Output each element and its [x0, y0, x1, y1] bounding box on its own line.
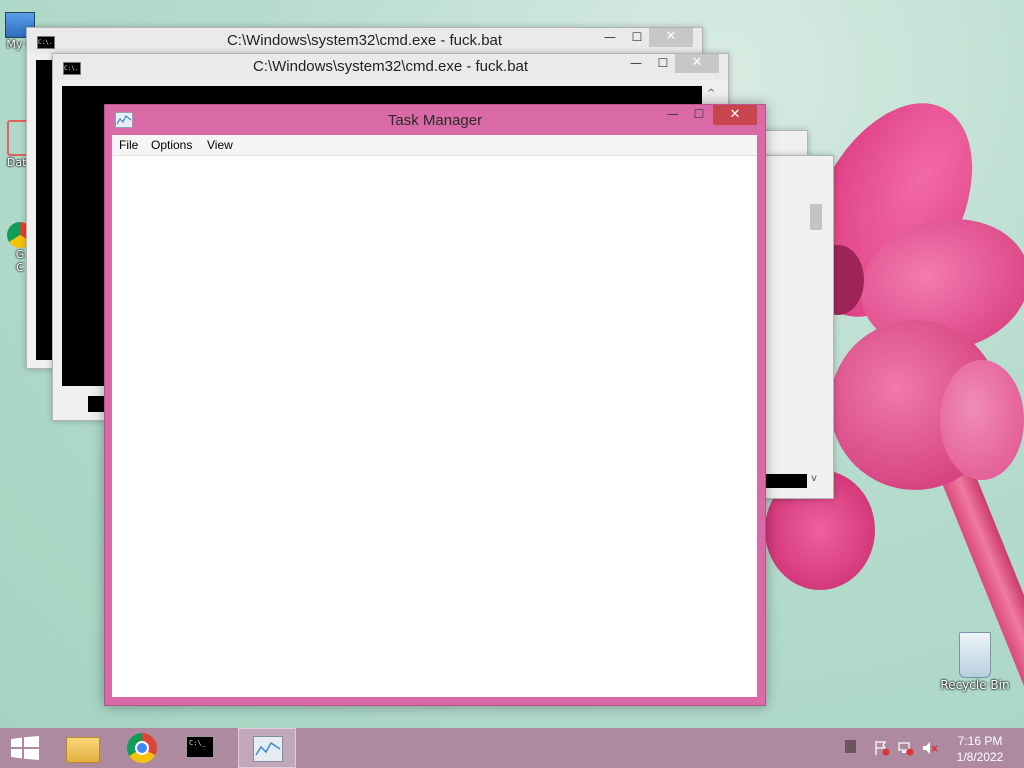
- minimize-button[interactable]: —: [660, 105, 686, 125]
- action-center-icon[interactable]: [845, 740, 856, 753]
- close-button[interactable]: ✕: [713, 105, 757, 125]
- taskbar-file-explorer[interactable]: [56, 728, 112, 768]
- desktop: My C Data G C Recycle Bin v v C:\. C:\Wi…: [0, 0, 1024, 728]
- title-bar[interactable]: C:\. C:\Windows\system32\cmd.exe - fuck.…: [27, 28, 702, 54]
- minimize-button[interactable]: —: [623, 54, 649, 74]
- windows-logo-icon: [11, 736, 39, 760]
- taskbar-chrome[interactable]: [114, 728, 170, 768]
- scrollbar-thumb[interactable]: [810, 204, 822, 230]
- maximize-button[interactable]: ☐: [624, 28, 650, 48]
- folder-icon: [66, 737, 100, 763]
- desktop-icon-recycle-bin[interactable]: Recycle Bin: [940, 632, 1010, 692]
- taskbar-cmd[interactable]: C:\_: [174, 728, 230, 768]
- volume-muted-icon[interactable]: [922, 740, 938, 754]
- console-area: [765, 474, 807, 488]
- vertical-scrollbar[interactable]: ^: [703, 86, 720, 106]
- vertical-scrollbar[interactable]: v: [808, 182, 825, 488]
- close-button[interactable]: ✕: [675, 54, 719, 73]
- clock-time: 7:16 PM: [957, 734, 1003, 748]
- taskbar-task-manager[interactable]: [238, 728, 296, 768]
- scroll-up-icon[interactable]: ^: [707, 88, 715, 99]
- close-button[interactable]: ✕: [649, 28, 693, 47]
- title-bar[interactable]: C:\. C:\Windows\system32\cmd.exe - fuck.…: [53, 54, 728, 80]
- recycle-bin-icon: [959, 632, 991, 678]
- chrome-icon: [127, 733, 157, 763]
- wallpaper-petal: [940, 360, 1024, 480]
- task-manager-window[interactable]: Task Manager — ☐ ✕ File Options View: [104, 104, 766, 706]
- clock-date: 1/8/2022: [956, 750, 1004, 764]
- cmd-icon: C:\_: [186, 736, 214, 758]
- maximize-button[interactable]: ☐: [686, 105, 712, 125]
- minimize-button[interactable]: —: [597, 28, 623, 48]
- start-button[interactable]: [0, 728, 56, 768]
- scroll-down-icon[interactable]: v: [811, 473, 817, 484]
- desktop-icon-label: Recycle Bin: [940, 678, 1010, 692]
- menu-options[interactable]: Options: [151, 138, 192, 152]
- menu-file[interactable]: File: [119, 138, 138, 152]
- taskbar: C:\_ 7:16 PM 1/8/2022: [0, 728, 1024, 768]
- flag-icon[interactable]: [874, 740, 890, 756]
- menu-view[interactable]: View: [207, 138, 233, 152]
- task-manager-icon: [253, 736, 283, 762]
- task-manager-content: [112, 156, 757, 697]
- menu-bar: File Options View: [112, 135, 757, 156]
- clock[interactable]: 7:16 PM 1/8/2022: [940, 733, 1020, 765]
- cmd-window-stack-edge[interactable]: v: [764, 155, 834, 499]
- maximize-button[interactable]: ☐: [650, 54, 676, 74]
- network-icon[interactable]: [898, 740, 914, 756]
